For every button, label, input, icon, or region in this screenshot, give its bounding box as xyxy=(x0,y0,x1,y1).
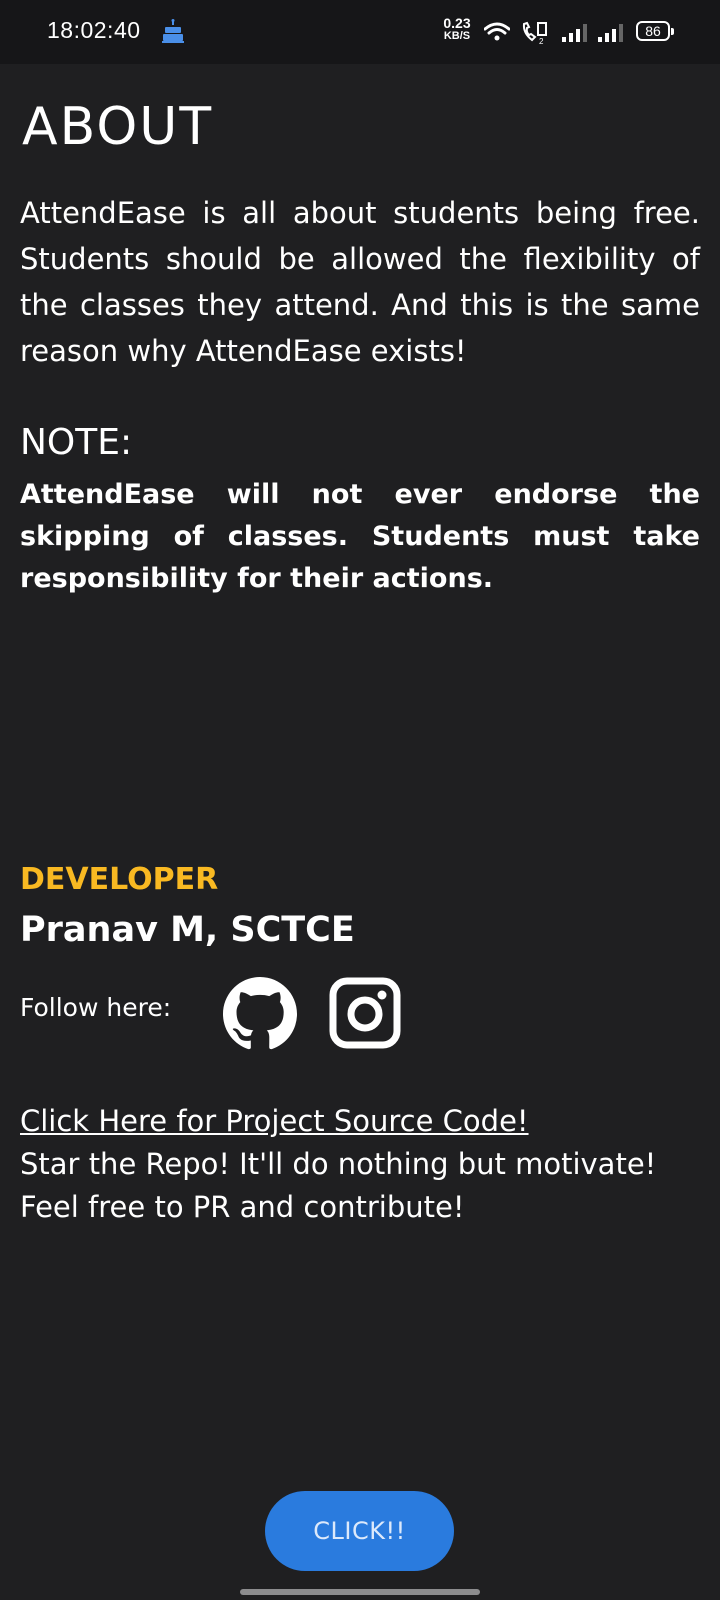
battery-icon: 86 xyxy=(636,21,674,41)
about-title: ABOUT xyxy=(22,97,214,157)
star-repo-text: Star the Repo! It'll do nothing but moti… xyxy=(20,1147,657,1181)
instagram-icon[interactable] xyxy=(329,977,401,1049)
call-icon: 2 xyxy=(522,21,547,45)
wifi-icon xyxy=(484,22,510,41)
signal-icon xyxy=(562,24,587,42)
status-bar: 18:02:40 0.23 KB/S 2 86 xyxy=(0,0,720,64)
note-title: NOTE: xyxy=(20,422,133,463)
source-code-link[interactable]: Click Here for Project Source Code! xyxy=(20,1104,529,1138)
follow-label: Follow here: xyxy=(20,993,172,1022)
about-description: AttendEase is all about students being f… xyxy=(20,196,700,368)
note-text: AttendEase will not ever endorse the ski… xyxy=(20,479,700,594)
status-time: 18:02:40 xyxy=(47,17,141,43)
github-icon[interactable] xyxy=(223,977,297,1051)
svg-text:2: 2 xyxy=(539,37,544,45)
network-speed-value: 0.23 xyxy=(443,15,471,31)
developer-label: DEVELOPER xyxy=(20,862,219,897)
home-indicator[interactable] xyxy=(240,1589,480,1595)
contribute-text: Feel free to PR and contribute! xyxy=(20,1190,465,1224)
signal-icon xyxy=(598,24,623,42)
network-speed: 0.23 KB/S xyxy=(439,15,475,43)
cake-icon xyxy=(162,19,184,43)
network-speed-unit: KB/S xyxy=(443,30,471,42)
click-button[interactable]: CLICK!! xyxy=(265,1491,454,1571)
developer-name: Pranav M, SCTCE xyxy=(20,910,355,950)
